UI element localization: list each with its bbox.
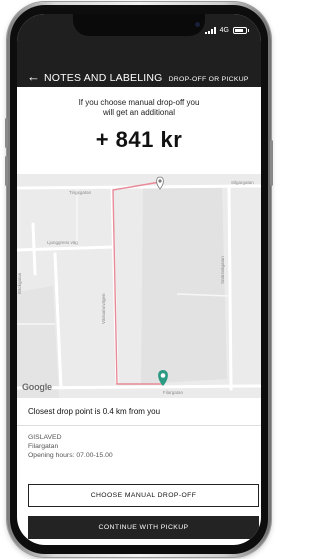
camera-icon [195,22,200,27]
street-label: Filargatan [163,390,184,395]
drop-point-hours: Opening hours: 07.00-15.00 [28,452,113,459]
street-label: Ljunggrens väg [47,240,78,245]
closest-drop-point: Closest drop point is 0.4 km from you [28,407,161,416]
map-canvas [17,176,261,398]
network-label: 4G [219,26,229,34]
signal-icon [204,26,216,34]
street-label: Silgargatan [231,180,254,185]
status-bar: 4G [204,25,249,35]
street-label: Tingsgatan [69,190,92,195]
back-arrow-icon[interactable]: ← [27,70,40,83]
phone-screen: 4G ← NOTES AND LABELING DROP-OFF OR PICK… [17,14,261,545]
bonus-amount: + 841 kr [95,127,183,152]
notch [73,14,205,36]
bonus-info: If you choose manual drop-off you will g… [17,98,261,118]
divider [17,425,261,426]
bonus-info-line1: If you choose manual drop-off you [78,98,200,107]
map-view[interactable]: Tingsgatan Silgargatan Ljunggrens väg Bä… [17,174,261,398]
street-label: Bäckgatan [17,272,22,294]
drop-point-street: Filargatan [28,443,59,450]
page-title: NOTES AND LABELING [44,72,163,84]
drop-point-name: GISLAVED [28,434,62,441]
power-button [270,140,273,186]
volume-down-button [5,156,8,186]
page-header: ← NOTES AND LABELING DROP-OFF OR PICKUP [27,70,257,84]
bonus-info-line2: will get an additional [102,108,176,117]
street-label: Värnamovägen [101,293,106,324]
google-logo: Google [22,382,52,392]
street-label: Snärsvägatan [220,256,225,284]
battery-icon [233,26,249,34]
choose-manual-dropoff-button[interactable]: CHOOSE MANUAL DROP-OFF [28,484,259,507]
page-subtitle: DROP-OFF OR PICKUP [168,76,249,83]
volume-up-button [5,118,8,148]
top-bar: 4G ← NOTES AND LABELING DROP-OFF OR PICK… [17,14,261,87]
continue-with-pickup-button[interactable]: CONTINUE WITH PICKUP [28,516,259,539]
